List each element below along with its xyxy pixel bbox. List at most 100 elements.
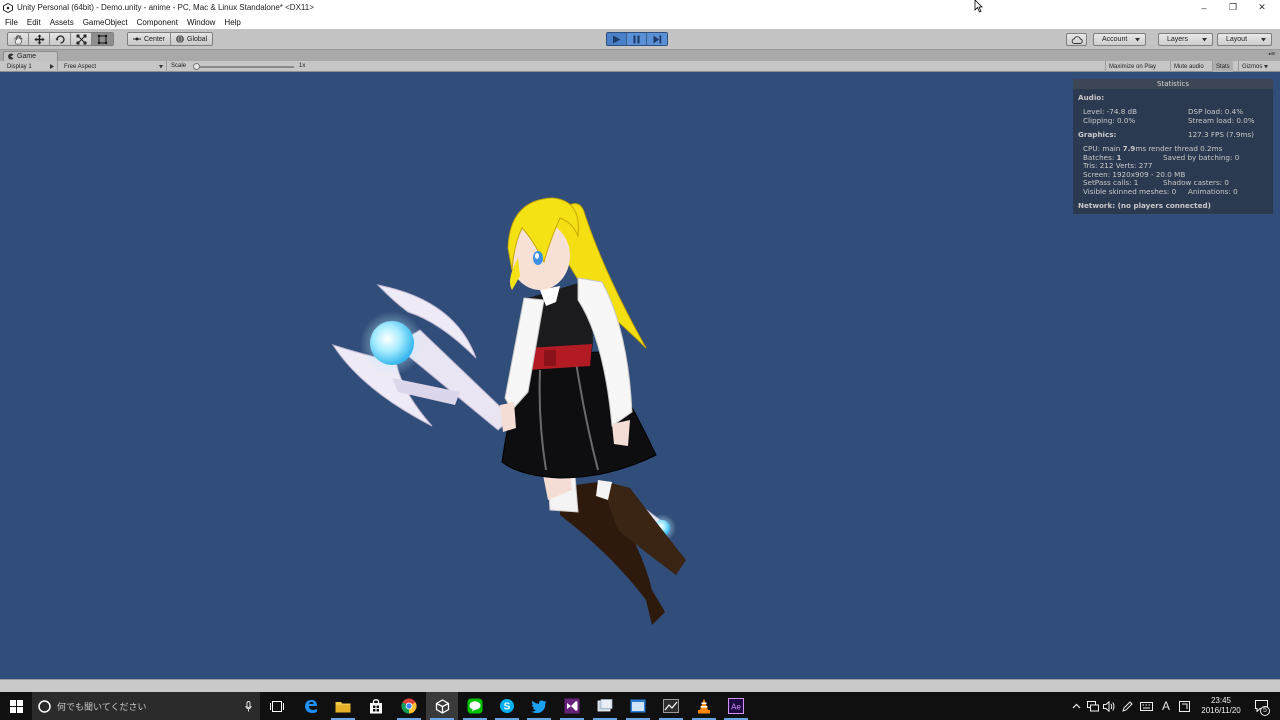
aspect-dropdown[interactable]: Free Aspect [61,61,167,72]
tray-overflow-button[interactable] [1070,692,1083,720]
toolbar: Center Global Account Layers Layout [0,29,1280,50]
account-dropdown[interactable]: Account [1093,33,1146,46]
ime-box-icon [1178,700,1190,712]
pivot-global-button[interactable]: Global [171,33,213,45]
maximize-on-play-toggle[interactable]: Maximize on Play [1105,61,1159,72]
tab-options-icon[interactable]: ▪≡ [1268,51,1275,58]
windows-logo-icon [9,699,23,713]
pivot-center-label: Center [144,35,166,43]
tab-game[interactable]: Game [3,51,58,61]
tray-ime-toggle[interactable] [1176,692,1192,720]
menu-assets[interactable]: Assets [50,18,74,27]
after-effects-icon: Ae [728,698,744,714]
taskbar-unity[interactable] [426,692,458,720]
display-dropdown[interactable]: Display 1 [4,61,58,72]
unity-logo-icon [3,2,13,13]
maximize-on-play-label: Maximize on Play [1109,63,1157,70]
stream-load: Stream load: 0.0% [1188,116,1255,125]
taskbar-store[interactable] [360,692,392,720]
scale-slider-handle[interactable] [193,63,200,70]
mute-audio-label: Mute audio [1174,63,1204,70]
restore-button[interactable]: ❐ [1217,0,1249,15]
scale-slider-track[interactable] [196,66,294,68]
boots [547,475,686,625]
graphics-header: Graphics: [1078,130,1117,139]
taskbar-app-generic[interactable] [589,692,621,720]
svg-text:S: S [504,702,511,713]
collab-cloud-button[interactable] [1066,33,1087,46]
volume-icon [1103,700,1115,712]
tray-volume[interactable] [1101,692,1117,720]
step-button[interactable] [647,33,667,45]
taskbar-line[interactable] [459,692,491,720]
rotate-tool-button[interactable] [50,33,71,45]
setpass-calls: SetPass calls: 1 [1083,178,1139,187]
game-pacman-icon [8,53,14,60]
tray-network[interactable] [1085,692,1101,720]
tris-verts: Tris: 212 Verts: 277 [1083,161,1153,170]
taskbar-skype[interactable]: S [491,692,523,720]
play-icon [613,35,621,43]
hand-tool-button[interactable] [8,33,29,45]
menu-window[interactable]: Window [187,18,215,27]
audio-header: Audio: [1078,93,1105,102]
taskbar-twitter[interactable] [523,692,555,720]
layers-dropdown[interactable]: Layers [1158,33,1213,46]
action-center-button[interactable]: 5 [1250,692,1272,720]
unity-logo-icon [435,698,449,714]
start-button[interactable] [0,692,32,720]
pivot-global-label: Global [187,35,208,43]
system-clock[interactable]: 23:45 2016/11/20 [1196,696,1246,716]
dropdown-arrow-icon [50,64,54,69]
game-view[interactable]: Statistics Audio: Level: -74.8 dB DSP lo… [0,72,1280,679]
rect-tool-button[interactable] [92,33,113,45]
layout-label: Layout [1226,36,1248,43]
taskbar-vlc[interactable] [688,692,720,720]
tray-ime-mode[interactable]: A [1158,692,1174,720]
move-arrows-icon [34,34,44,44]
notification-count-badge: 5 [1260,706,1270,716]
pause-button[interactable] [627,33,647,45]
keyboard-icon [1139,701,1153,711]
menu-component[interactable]: Component [137,18,178,27]
dropdown-arrow-icon [1261,37,1266,41]
ime-mode-label: A [1161,699,1170,713]
mute-audio-toggle[interactable]: Mute audio [1170,61,1207,72]
taskbar-visual-studio[interactable] [556,692,588,720]
title-bar: Unity Personal (64bit) - Demo.unity - an… [0,0,1280,15]
scale-tool-button[interactable] [71,33,92,45]
taskbar-edge[interactable] [295,692,327,720]
taskbar-app-graph[interactable] [655,692,687,720]
tray-keyboard[interactable] [1137,692,1155,720]
visual-studio-icon [564,698,580,714]
network-icon [1087,700,1099,711]
task-view-button[interactable] [261,692,293,720]
window-app-icon [597,699,613,712]
stats-toggle[interactable]: Stats [1212,61,1233,72]
tab-row: Game ▪≡ [0,50,1280,61]
transform-tools [7,32,114,46]
tray-pen[interactable] [1119,692,1135,720]
microphone-icon [245,700,252,711]
gizmos-toggle[interactable]: Gizmos [1238,61,1271,72]
play-button[interactable] [607,33,627,45]
menu-help[interactable]: Help [224,18,240,27]
pivot-center-button[interactable]: Center [128,33,172,45]
taskbar-chrome[interactable] [393,692,425,720]
menu-file[interactable]: File [5,18,18,27]
taskbar-file-explorer[interactable] [327,692,359,720]
menu-gameobject[interactable]: GameObject [83,18,128,27]
pen-icon [1121,700,1133,712]
store-bag-icon [370,698,382,713]
menu-edit[interactable]: Edit [27,18,41,27]
folder-icon [335,701,351,712]
dsp-load: DSP load: 0.4% [1188,107,1244,116]
cortana-search[interactable]: 何でも聞いてください [32,692,260,720]
close-button[interactable]: ✕ [1246,0,1278,15]
minimize-button[interactable]: – [1188,0,1220,15]
taskbar-app-blue[interactable] [622,692,654,720]
layout-dropdown[interactable]: Layout [1217,33,1272,46]
cpu-prefix: CPU: main [1083,144,1121,153]
move-tool-button[interactable] [29,33,50,45]
taskbar-after-effects[interactable]: Ae [720,692,752,720]
